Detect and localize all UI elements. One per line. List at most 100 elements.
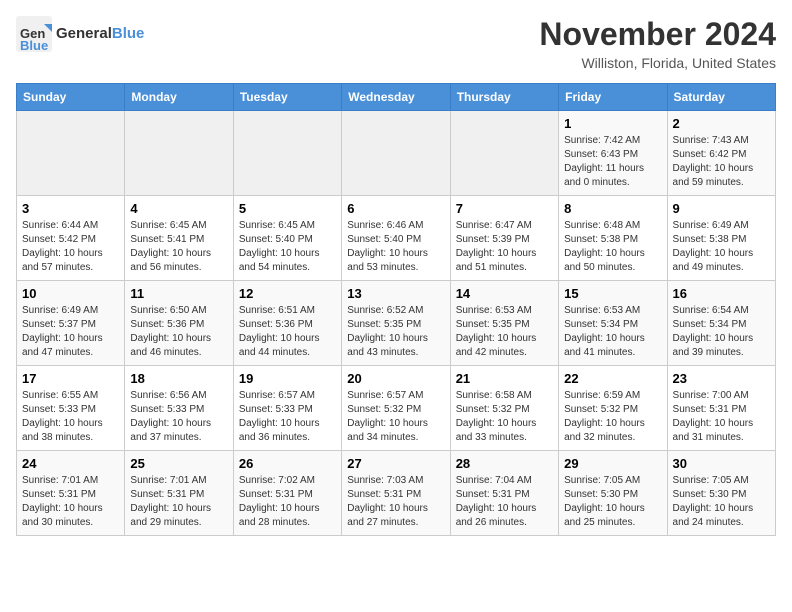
calendar-cell: 19Sunrise: 6:57 AMSunset: 5:33 PMDayligh… — [233, 366, 341, 451]
day-number: 21 — [456, 371, 553, 386]
calendar-week-row: 24 Sunrise: 7:01 AMSunset: 5:31 PMDayligh… — [17, 451, 776, 536]
calendar-cell: 17Sunrise: 6:55 AMSunset: 5:33 PMDayligh… — [17, 366, 125, 451]
calendar-cell: 8 Sunrise: 6:48 AMSunset: 5:38 PMDaylight… — [559, 196, 667, 281]
day-number: 24 — [22, 456, 119, 471]
day-number: 30 — [673, 456, 770, 471]
calendar-cell: 3 Sunrise: 6:44 AMSunset: 5:42 PMDaylight… — [17, 196, 125, 281]
day-number: 27 — [347, 456, 444, 471]
calendar-cell: 9Sunrise: 6:49 AMSunset: 5:38 PMDaylight… — [667, 196, 775, 281]
day-info: Sunrise: 6:53 AMSunset: 5:34 PMDaylight:… — [564, 304, 661, 360]
day-info: Sunrise: 7:42 AMSunset: 6:43 PMDaylight:… — [564, 134, 661, 190]
calendar-cell: 18 Sunrise: 6:56 AMSunset: 5:33 PMDayligh… — [125, 366, 233, 451]
day-info: Sunrise: 7:03 AMSunset: 5:31 PMDaylight:… — [347, 474, 444, 530]
day-info: Sunrise: 7:01 AMSunset: 5:31 PMDaylight:… — [22, 474, 119, 530]
calendar-week-row: 17Sunrise: 6:55 AMSunset: 5:33 PMDayligh… — [17, 366, 776, 451]
header-friday: Friday — [559, 84, 667, 111]
day-info: Sunrise: 6:45 AMSunset: 5:40 PMDaylight:… — [239, 219, 336, 275]
day-number: 17 — [22, 371, 119, 386]
calendar-cell: 11 Sunrise: 6:50 AMSunset: 5:36 PMDayligh… — [125, 281, 233, 366]
day-info: Sunrise: 6:52 AMSunset: 5:35 PMDaylight:… — [347, 304, 444, 360]
logo: Gen Blue GeneralBlue — [16, 16, 144, 52]
day-number: 15 — [564, 286, 661, 301]
day-info: Sunrise: 7:43 AMSunset: 6:42 PMDaylight:… — [673, 134, 770, 190]
day-number: 10 — [22, 286, 119, 301]
day-number: 18 — [130, 371, 227, 386]
day-info: Sunrise: 6:51 AMSunset: 5:36 PMDaylight:… — [239, 304, 336, 360]
day-info: Sunrise: 7:00 AMSunset: 5:31 PMDaylight:… — [673, 389, 770, 445]
day-info: Sunrise: 7:05 AMSunset: 5:30 PMDaylight:… — [564, 474, 661, 530]
logo-blue: Blue — [112, 25, 145, 42]
day-number: 23 — [673, 371, 770, 386]
calendar-cell — [125, 111, 233, 196]
calendar-cell: 27 Sunrise: 7:03 AMSunset: 5:31 PMDayligh… — [342, 451, 450, 536]
day-info: Sunrise: 7:05 AMSunset: 5:30 PMDaylight:… — [673, 474, 770, 530]
month-title: November 2024 — [539, 16, 776, 53]
header-wednesday: Wednesday — [342, 84, 450, 111]
calendar-cell: 1Sunrise: 7:42 AMSunset: 6:43 PMDaylight… — [559, 111, 667, 196]
day-info: Sunrise: 6:47 AMSunset: 5:39 PMDaylight:… — [456, 219, 553, 275]
title-block: November 2024 Williston, Florida, United… — [539, 16, 776, 71]
calendar-cell: 23 Sunrise: 7:00 AMSunset: 5:31 PMDayligh… — [667, 366, 775, 451]
calendar-cell: 2 Sunrise: 7:43 AMSunset: 6:42 PMDaylight… — [667, 111, 775, 196]
calendar-cell: 12 Sunrise: 6:51 AMSunset: 5:36 PMDayligh… — [233, 281, 341, 366]
day-number: 8 — [564, 201, 661, 216]
day-number: 29 — [564, 456, 661, 471]
day-info: Sunrise: 6:53 AMSunset: 5:35 PMDaylight:… — [456, 304, 553, 360]
svg-text:Blue: Blue — [20, 38, 48, 52]
calendar-week-row: 10 Sunrise: 6:49 AMSunset: 5:37 PMDayligh… — [17, 281, 776, 366]
day-number: 2 — [673, 116, 770, 131]
day-info: Sunrise: 7:02 AMSunset: 5:31 PMDaylight:… — [239, 474, 336, 530]
day-number: 22 — [564, 371, 661, 386]
day-info: Sunrise: 6:49 AMSunset: 5:37 PMDaylight:… — [22, 304, 119, 360]
calendar-cell: 26 Sunrise: 7:02 AMSunset: 5:31 PMDayligh… — [233, 451, 341, 536]
calendar-cell: 25Sunrise: 7:01 AMSunset: 5:31 PMDayligh… — [125, 451, 233, 536]
day-info: Sunrise: 6:45 AMSunset: 5:41 PMDaylight:… — [130, 219, 227, 275]
calendar-cell: 22 Sunrise: 6:59 AMSunset: 5:32 PMDayligh… — [559, 366, 667, 451]
day-number: 28 — [456, 456, 553, 471]
calendar-cell — [342, 111, 450, 196]
calendar-cell: 4 Sunrise: 6:45 AMSunset: 5:41 PMDaylight… — [125, 196, 233, 281]
day-number: 20 — [347, 371, 444, 386]
calendar-table: Sunday Monday Tuesday Wednesday Thursday… — [16, 83, 776, 536]
calendar-cell: 29 Sunrise: 7:05 AMSunset: 5:30 PMDayligh… — [559, 451, 667, 536]
day-number: 6 — [347, 201, 444, 216]
calendar-cell: 24 Sunrise: 7:01 AMSunset: 5:31 PMDayligh… — [17, 451, 125, 536]
day-number: 9 — [673, 201, 770, 216]
logo-icon: Gen Blue — [16, 16, 52, 52]
calendar-week-row: 1Sunrise: 7:42 AMSunset: 6:43 PMDaylight… — [17, 111, 776, 196]
day-number: 4 — [130, 201, 227, 216]
calendar-cell — [17, 111, 125, 196]
day-info: Sunrise: 6:50 AMSunset: 5:36 PMDaylight:… — [130, 304, 227, 360]
day-info: Sunrise: 6:58 AMSunset: 5:32 PMDaylight:… — [456, 389, 553, 445]
day-number: 26 — [239, 456, 336, 471]
calendar-cell — [450, 111, 558, 196]
calendar-cell: 30 Sunrise: 7:05 AMSunset: 5:30 PMDayligh… — [667, 451, 775, 536]
day-info: Sunrise: 7:04 AMSunset: 5:31 PMDaylight:… — [456, 474, 553, 530]
calendar-cell: 28 Sunrise: 7:04 AMSunset: 5:31 PMDayligh… — [450, 451, 558, 536]
day-number: 16 — [673, 286, 770, 301]
day-number: 12 — [239, 286, 336, 301]
header-saturday: Saturday — [667, 84, 775, 111]
day-number: 7 — [456, 201, 553, 216]
header-monday: Monday — [125, 84, 233, 111]
day-number: 3 — [22, 201, 119, 216]
logo-general: General — [56, 25, 112, 42]
day-info: Sunrise: 6:48 AMSunset: 5:38 PMDaylight:… — [564, 219, 661, 275]
calendar-cell: 15 Sunrise: 6:53 AMSunset: 5:34 PMDayligh… — [559, 281, 667, 366]
day-number: 19 — [239, 371, 336, 386]
calendar-cell: 7 Sunrise: 6:47 AMSunset: 5:39 PMDaylight… — [450, 196, 558, 281]
calendar-cell: 5Sunrise: 6:45 AMSunset: 5:40 PMDaylight… — [233, 196, 341, 281]
page-header: Gen Blue GeneralBlue November 2024 Willi… — [16, 16, 776, 71]
day-info: Sunrise: 6:56 AMSunset: 5:33 PMDaylight:… — [130, 389, 227, 445]
day-number: 13 — [347, 286, 444, 301]
day-info: Sunrise: 6:59 AMSunset: 5:32 PMDaylight:… — [564, 389, 661, 445]
day-info: Sunrise: 6:57 AMSunset: 5:32 PMDaylight:… — [347, 389, 444, 445]
day-number: 14 — [456, 286, 553, 301]
calendar-cell: 20 Sunrise: 6:57 AMSunset: 5:32 PMDayligh… — [342, 366, 450, 451]
header-tuesday: Tuesday — [233, 84, 341, 111]
calendar-cell — [233, 111, 341, 196]
location: Williston, Florida, United States — [539, 55, 776, 71]
day-info: Sunrise: 6:44 AMSunset: 5:42 PMDaylight:… — [22, 219, 119, 275]
day-number: 11 — [130, 286, 227, 301]
header-thursday: Thursday — [450, 84, 558, 111]
